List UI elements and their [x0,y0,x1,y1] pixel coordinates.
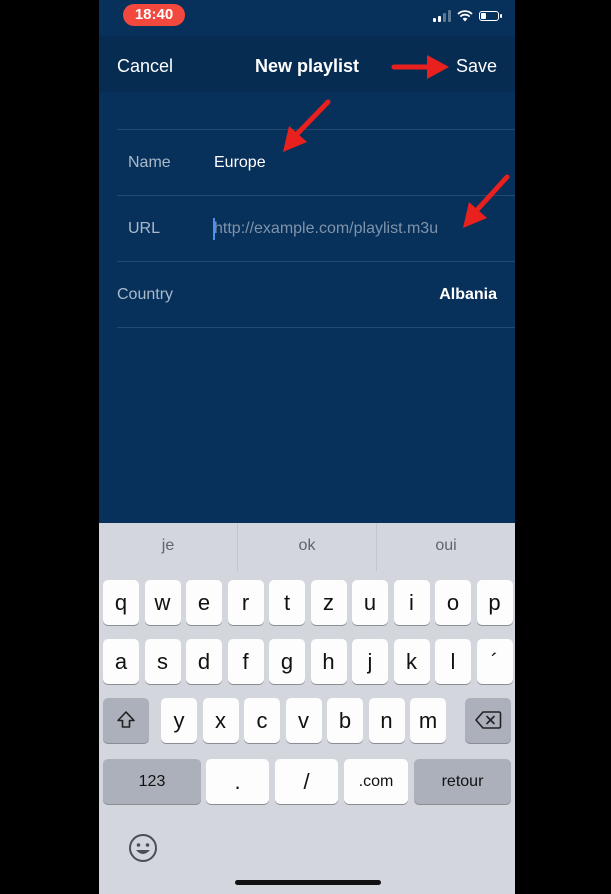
key-b[interactable]: b [327,698,363,743]
save-button[interactable]: Save [456,36,497,92]
key-e[interactable]: e [186,580,222,625]
key-w[interactable]: w [144,580,181,625]
delete-icon [475,711,502,729]
name-row[interactable]: Name Europe [117,130,515,196]
url-label: URL [128,220,161,237]
key-y[interactable]: y [161,698,197,743]
key-i[interactable]: i [393,580,430,625]
country-row[interactable]: Country Albania [117,262,515,328]
dotcom-key[interactable]: .com [344,759,408,804]
key-d[interactable]: d [186,639,222,684]
delete-key[interactable] [465,698,511,743]
url-row[interactable]: URL [117,196,515,262]
suggestion-1[interactable]: je [99,523,238,571]
key-v[interactable]: v [285,698,322,743]
key-c[interactable]: c [244,698,280,743]
key-r[interactable]: r [227,580,264,625]
suggestion-2[interactable]: ok [238,523,377,571]
key-m[interactable]: m [410,698,446,743]
status-bar: 18:40 [99,0,515,32]
key-g[interactable]: g [269,639,305,684]
text-cursor [213,218,215,240]
shift-icon [117,711,135,728]
key-z[interactable]: z [310,580,347,625]
slash-key[interactable]: / [275,759,338,804]
status-icons [433,9,502,23]
wifi-icon [457,10,473,22]
suggestion-3[interactable]: oui [377,523,515,571]
key-a[interactable]: a [103,639,139,684]
cellular-signal-icon [433,10,451,22]
period-key[interactable]: . [206,759,269,804]
url-input[interactable] [214,218,494,240]
nav-bar: Cancel New playlist Save [99,36,515,92]
key-s[interactable]: s [144,639,181,684]
key-t[interactable]: t [269,580,305,625]
key-u[interactable]: u [352,580,388,625]
emoji-icon[interactable] [127,832,159,864]
key-k[interactable]: k [393,639,430,684]
key-n[interactable]: n [368,698,405,743]
shift-key[interactable] [103,698,149,743]
key-accent[interactable]: ´ [476,639,513,684]
key-q[interactable]: q [103,580,139,625]
key-l[interactable]: l [435,639,471,684]
key-p[interactable]: p [476,580,513,625]
suggestion-bar: je ok oui [99,523,515,571]
key-x[interactable]: x [202,698,239,743]
battery-fill [481,13,486,19]
name-field[interactable]: Europe [214,130,266,196]
status-time: 18:40 [123,4,185,26]
cancel-button[interactable]: Cancel [117,36,173,92]
battery-icon [479,11,502,21]
phone-screen: 18:40 Cancel New playlist Save Name Euro… [99,0,515,894]
country-value[interactable]: Albania [439,262,497,328]
key-f[interactable]: f [227,639,264,684]
return-key[interactable]: retour [414,759,511,804]
key-h[interactable]: h [310,639,347,684]
numbers-key[interactable]: 123 [103,759,201,804]
key-j[interactable]: j [352,639,388,684]
keyboard: je ok oui qwertzuiop a s d f g h j k l ´ yxcvbnm 12… [99,523,515,894]
country-label: Country [117,286,174,303]
home-indicator[interactable] [235,880,381,885]
key-o[interactable]: o [435,580,471,625]
name-label: Name [128,154,171,171]
